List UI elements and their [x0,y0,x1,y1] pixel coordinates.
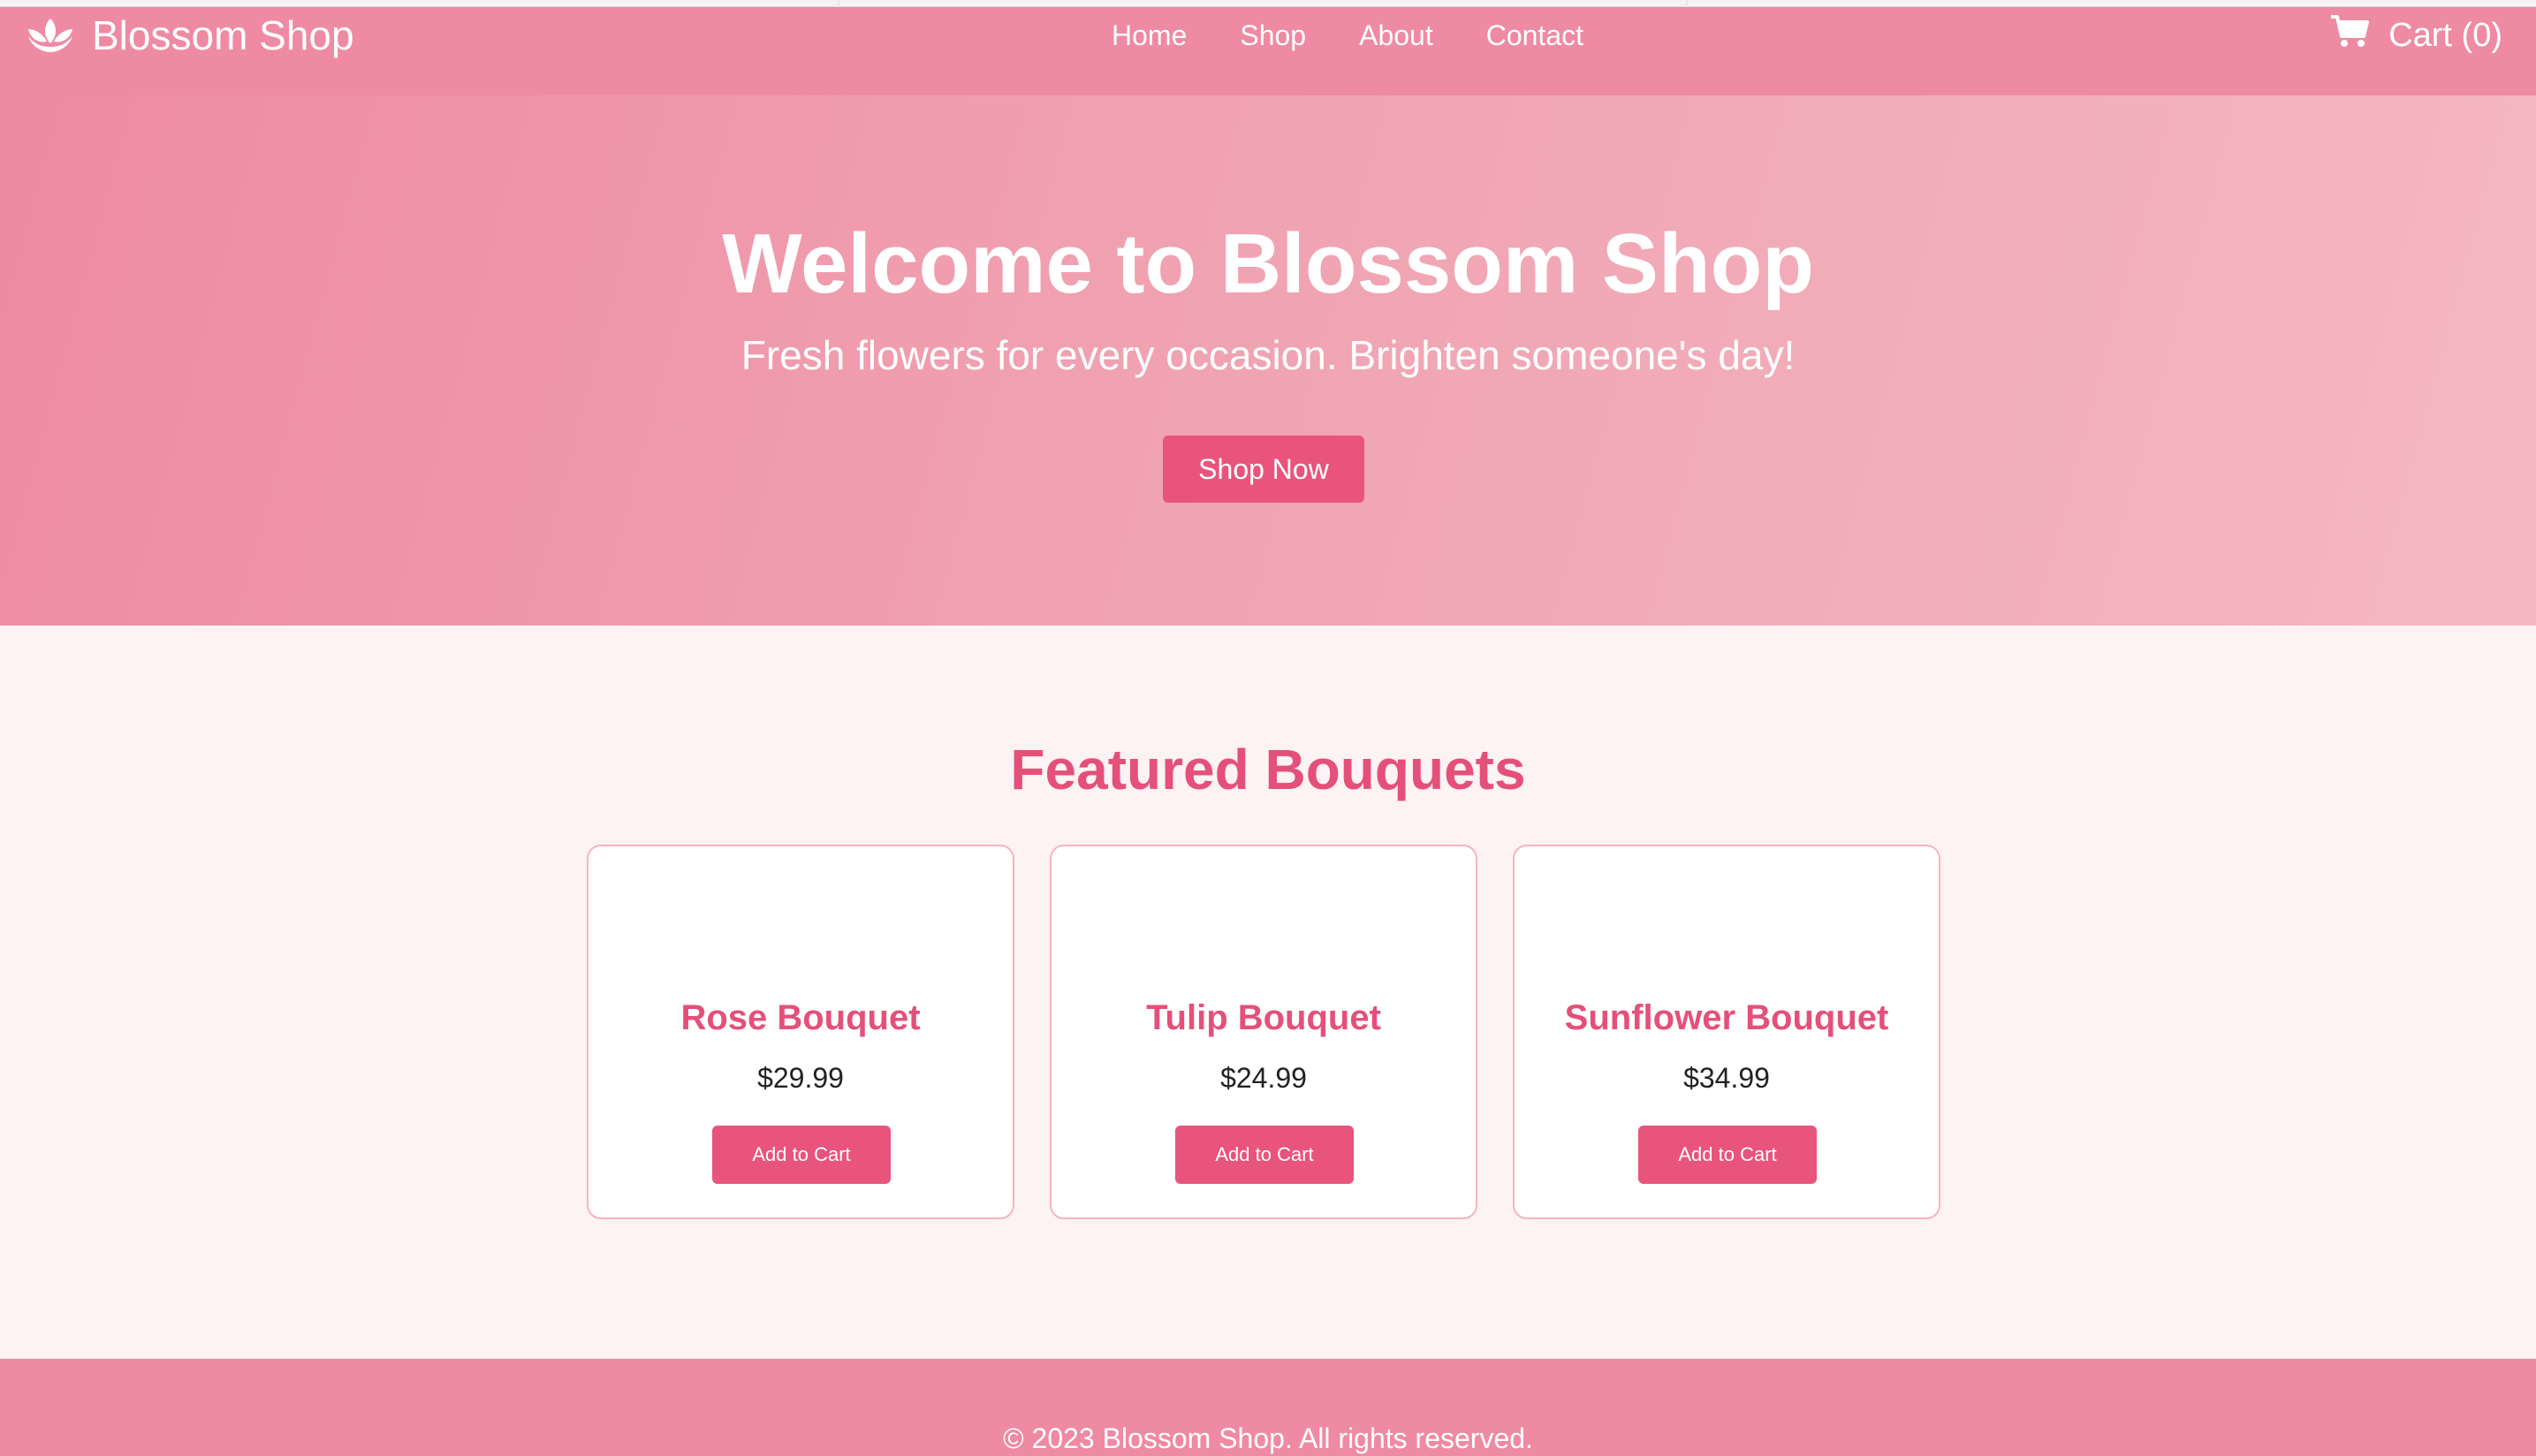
lotus-icon [25,13,92,58]
add-to-cart-button[interactable]: Add to Cart [712,1126,891,1184]
shopping-cart-icon [2330,13,2388,57]
site-footer: © 2023 Blossom Shop. All rights reserved… [0,1359,2536,1456]
strip-divider [838,0,839,7]
site-header: Blossom Shop Home Shop About Contact Car… [0,7,2536,95]
strip-divider [1686,0,1688,7]
product-price: $29.99 [757,1062,844,1094]
product-card-rose: Rose Bouquet $29.99 Add to Cart [587,845,1014,1219]
featured-section: Featured Bouquets Rose Bouquet $29.99 Ad… [0,626,2536,1359]
nav-link-shop[interactable]: Shop [1240,19,1306,52]
hero-section: Welcome to Blossom Shop Fresh flowers fo… [0,95,2536,626]
add-to-cart-button[interactable]: Add to Cart [1175,1126,1354,1184]
nav-link-home[interactable]: Home [1112,19,1187,52]
browser-top-strip [0,0,2536,7]
cart-link[interactable]: Cart (0) [2330,7,2502,64]
hero-subtitle: Fresh flowers for every occasion. Bright… [740,332,1796,378]
product-name: Tulip Bouquet [1146,998,1381,1037]
main-nav: Home Shop About Contact [1112,7,1583,64]
product-card-sunflower: Sunflower Bouquet $34.99 Add to Cart [1513,845,1940,1219]
brand[interactable]: Blossom Shop [25,7,354,64]
footer-copyright: © 2023 Blossom Shop. All rights reserved… [1003,1422,1533,1454]
featured-title: Featured Bouquets [1010,738,1526,801]
shop-now-button[interactable]: Shop Now [1163,436,1364,503]
product-card-tulip: Tulip Bouquet $24.99 Add to Cart [1050,845,1477,1219]
product-price: $34.99 [1683,1062,1770,1094]
product-name: Rose Bouquet [680,998,921,1037]
cart-label: Cart (0) [2388,16,2502,54]
brand-name: Blossom Shop [92,12,354,58]
product-price: $24.99 [1220,1062,1307,1094]
hero-title: Welcome to Blossom Shop [722,216,1814,311]
nav-link-about[interactable]: About [1359,19,1433,52]
add-to-cart-button[interactable]: Add to Cart [1638,1126,1817,1184]
nav-link-contact[interactable]: Contact [1486,19,1583,52]
product-name: Sunflower Bouquet [1564,998,1889,1037]
